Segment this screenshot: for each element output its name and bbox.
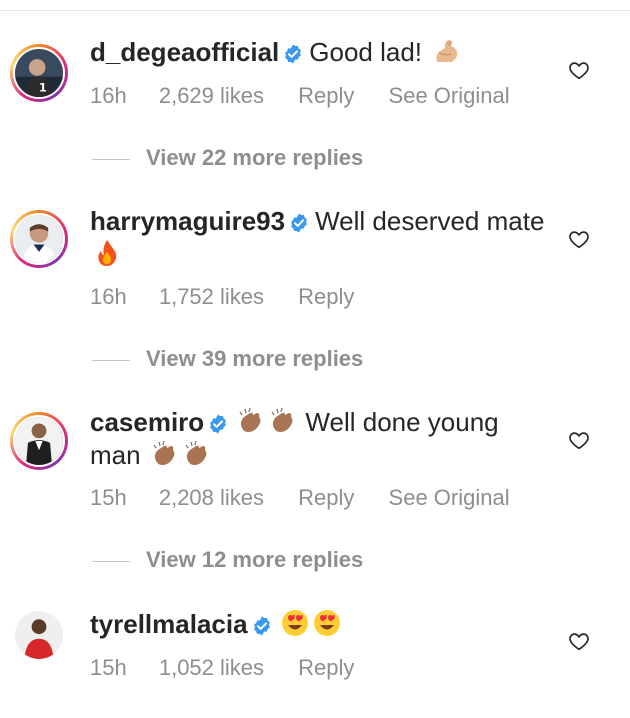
comment-time: 15h: [90, 485, 127, 510]
like-heart-icon[interactable]: [568, 429, 590, 451]
comment-likes[interactable]: 2,629 likes: [159, 83, 264, 108]
view-replies-label: View 39 more replies: [146, 346, 364, 371]
comment-body: tyrellmalacia: [90, 608, 550, 641]
clapping-hands-icon: [150, 439, 180, 469]
reply-button[interactable]: Reply: [298, 284, 354, 309]
replies-dash: [92, 158, 130, 160]
view-replies-button[interactable]: View 39 more replies: [92, 346, 363, 372]
comment-time: 16h: [90, 83, 127, 108]
comment-time: 16h: [90, 284, 127, 309]
top-divider: [0, 10, 630, 11]
verified-badge-icon: [283, 44, 303, 64]
comment-body: harrymaguire93 Well deserved mate: [90, 205, 550, 271]
comment-likes[interactable]: 1,752 likes: [159, 284, 264, 309]
comment-time: 15h: [90, 655, 127, 680]
like-heart-icon[interactable]: [568, 59, 590, 81]
comment-meta: 15h 2,208 likes Reply See Original: [90, 485, 538, 511]
replies-dash: [92, 359, 130, 361]
like-heart-icon[interactable]: [568, 228, 590, 250]
like-heart-icon[interactable]: [568, 630, 590, 652]
comment-username[interactable]: harrymaguire93: [90, 206, 285, 236]
view-replies-button[interactable]: View 22 more replies: [92, 145, 363, 171]
verified-badge-icon: [252, 616, 272, 636]
comment-meta: 16h 2,629 likes Reply See Original: [90, 83, 538, 109]
avatar[interactable]: [10, 412, 68, 470]
fire-icon: [92, 238, 122, 268]
heart-eyes-icon: [312, 608, 342, 638]
replies-dash: [92, 560, 130, 562]
clapping-hands-icon: [182, 439, 212, 469]
comment-likes[interactable]: 2,208 likes: [159, 485, 264, 510]
comment-body: d_degeaofficial Good lad!: [90, 36, 550, 69]
reply-button[interactable]: Reply: [298, 485, 354, 510]
see-original-button[interactable]: See Original: [389, 83, 510, 108]
comment-username[interactable]: casemiro: [90, 407, 204, 437]
view-replies-label: View 22 more replies: [146, 145, 364, 170]
reply-button[interactable]: Reply: [298, 83, 354, 108]
avatar[interactable]: [10, 210, 68, 268]
comment-text: Well deserved mate: [315, 206, 545, 236]
comment-meta: 16h 1,752 likes Reply: [90, 284, 382, 310]
flexed-biceps-icon: [431, 36, 461, 66]
avatar[interactable]: 1: [10, 44, 68, 102]
heart-eyes-icon: [280, 608, 310, 638]
comment-text: Good lad!: [309, 37, 423, 67]
see-original-button[interactable]: See Original: [389, 485, 510, 510]
comment-username[interactable]: tyrellmalacia: [90, 609, 248, 639]
clapping-hands-icon: [236, 406, 266, 436]
clapping-hands-icon: [268, 406, 298, 436]
view-replies-button[interactable]: View 12 more replies: [92, 547, 363, 573]
view-replies-label: View 12 more replies: [146, 547, 364, 572]
comment-likes[interactable]: 1,052 likes: [159, 655, 264, 680]
reply-button[interactable]: Reply: [298, 655, 354, 680]
avatar[interactable]: [10, 606, 68, 664]
verified-badge-icon: [289, 213, 309, 233]
comment-meta: 15h 1,052 likes Reply: [90, 655, 382, 681]
verified-badge-icon: [208, 414, 228, 434]
comment-body: casemiro Well done young man: [90, 406, 550, 472]
svg-text:1: 1: [39, 81, 47, 94]
comment-username[interactable]: d_degeaofficial: [90, 37, 279, 67]
